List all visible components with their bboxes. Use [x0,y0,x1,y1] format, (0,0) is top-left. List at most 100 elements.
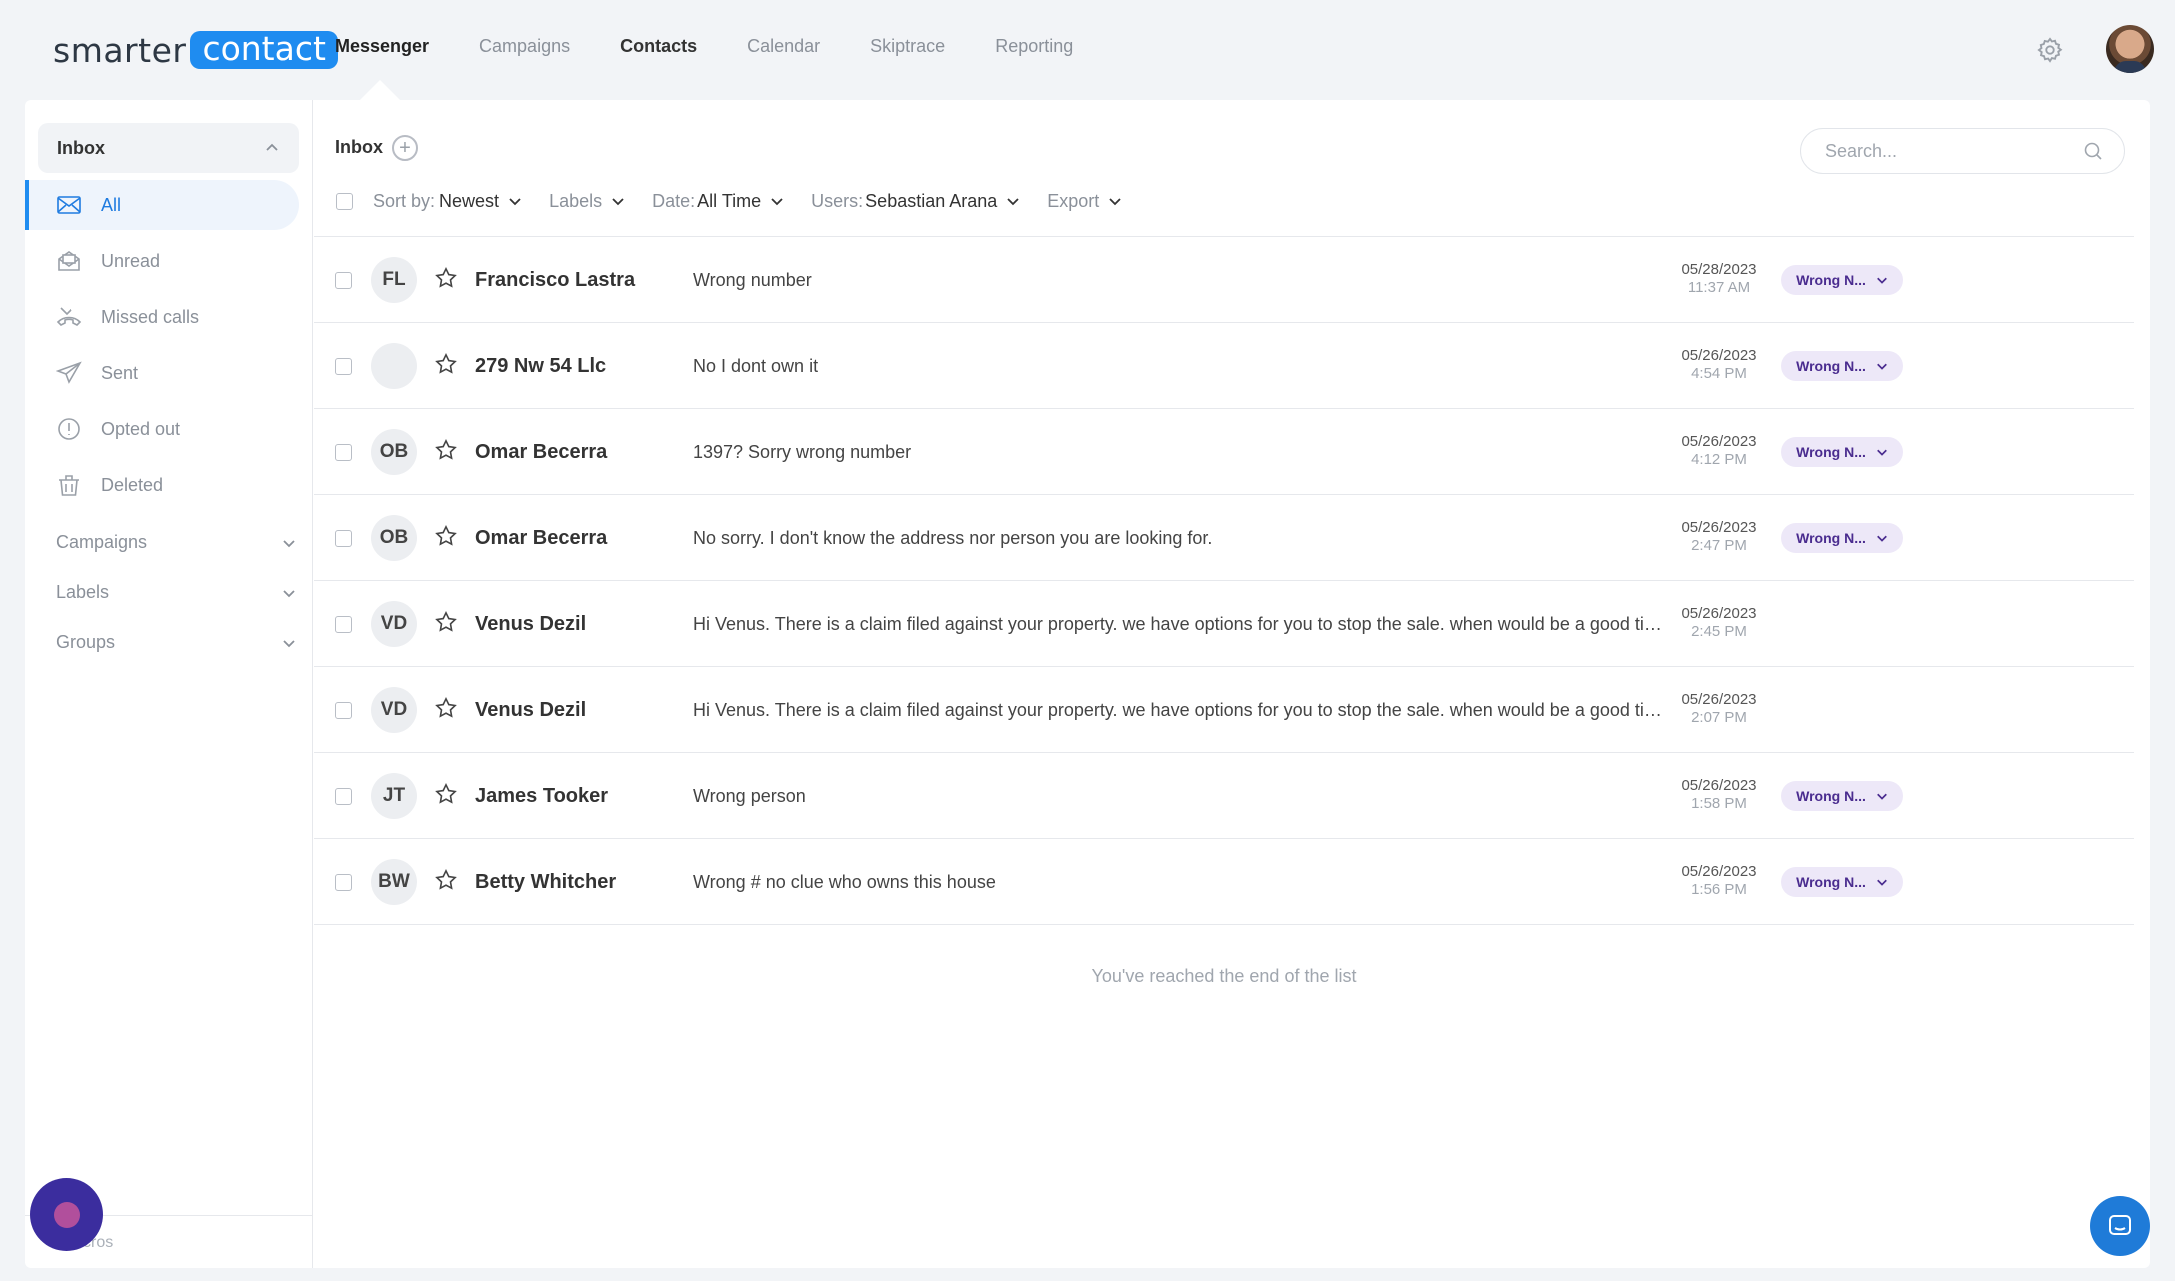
nav-calendar[interactable]: Calendar [747,36,820,57]
user-avatar[interactable] [2106,25,2154,73]
table-row[interactable]: VD Venus Dezil Hi Venus. There is a clai… [314,581,2134,667]
nav-contacts[interactable]: Contacts [620,36,697,57]
contact-name[interactable]: Venus Dezil [475,699,586,722]
star-icon[interactable] [434,868,458,892]
users-label: Users: [811,190,864,211]
sidebar-item-opted-out[interactable]: Opted out [25,404,299,454]
sidebar-item-missed-calls[interactable]: Missed calls [25,292,299,342]
message-preview[interactable]: Hi Venus. There is a claim filed against… [693,614,1663,635]
contact-name[interactable]: Francisco Lastra [475,269,635,292]
star-icon[interactable] [434,696,458,720]
chevron-down-icon [1876,449,1887,456]
message-preview[interactable]: No I dont own it [693,356,1663,377]
message-date: 05/26/2023 [1681,605,1757,622]
table-row[interactable]: JT James Tooker Wrong person 05/26/2023 … [314,753,2134,839]
label-badge[interactable]: Wrong N... [1781,867,1903,897]
message-preview[interactable]: 1397? Sorry wrong number [693,442,1663,463]
chevron-down-icon [1876,879,1887,886]
row-checkbox[interactable] [335,616,352,633]
table-row[interactable]: BW Betty Whitcher Wrong # no clue who ow… [314,839,2134,925]
brand-logo[interactable]: smarter contact [53,30,338,70]
star-icon[interactable] [434,266,458,290]
nav-skiptrace[interactable]: Skiptrace [870,36,945,57]
sidebar-item-sent[interactable]: Sent [25,348,299,398]
select-all-checkbox[interactable] [336,192,353,210]
message-time: 4:54 PM [1691,365,1747,382]
label-badge[interactable]: Wrong N... [1781,781,1903,811]
search-icon[interactable] [2083,141,2103,161]
contact-name[interactable]: James Tooker [475,785,608,808]
sort-dropdown[interactable]: Sort by: Newest [373,191,522,212]
row-checkbox[interactable] [335,874,352,891]
sidebar-section-campaigns[interactable]: Campaigns [56,532,296,553]
mail-icon [57,196,81,214]
star-icon[interactable] [434,782,458,806]
table-row[interactable]: OB Omar Becerra No sorry. I don't know t… [314,495,2134,581]
message-timestamp: 05/28/2023 11:37 AM [1669,261,1769,297]
sidebar-section-groups[interactable]: Groups [56,632,296,653]
assistant-button[interactable] [30,1178,103,1251]
label-badge[interactable]: Wrong N... [1781,523,1903,553]
gear-icon[interactable] [2036,36,2064,64]
labels-dropdown[interactable]: Labels [549,191,625,212]
message-preview[interactable]: Wrong # no clue who owns this house [693,872,1663,893]
contact-name[interactable]: Betty Whitcher [475,871,616,894]
row-checkbox[interactable] [335,272,352,289]
row-checkbox[interactable] [335,530,352,547]
row-checkbox[interactable] [335,444,352,461]
contact-name[interactable]: Venus Dezil [475,613,586,636]
table-row[interactable]: FL Francisco Lastra Wrong number 05/28/2… [314,237,2134,323]
users-dropdown[interactable]: Users: Sebastian Arana [811,191,1020,212]
nav-messenger[interactable]: Messenger [335,36,429,57]
contact-name[interactable]: Omar Becerra [475,527,607,550]
chat-support-button[interactable] [2090,1196,2150,1256]
table-row[interactable]: 279 Nw 54 Llc No I dont own it 05/26/202… [314,323,2134,409]
contact-avatar: OB [371,429,417,475]
row-checkbox[interactable] [335,788,352,805]
contact-name[interactable]: Omar Becerra [475,441,607,464]
chevron-down-icon [612,198,624,206]
trash-icon [59,475,79,496]
message-preview[interactable]: Hi Venus. There is a claim filed against… [693,700,1663,721]
star-icon[interactable] [434,524,458,548]
sidebar-item-label: Sent [101,362,139,383]
top-navigation: smarter contact Messenger Campaigns Cont… [0,0,2175,100]
date-dropdown[interactable]: Date: All Time [652,191,784,212]
sidebar-item-unread[interactable]: Unread [25,236,299,286]
send-icon [56,361,82,384]
contact-name[interactable]: 279 Nw 54 Llc [475,355,606,378]
sidebar-inbox-toggle[interactable]: Inbox [38,123,299,173]
chevron-down-icon [1876,277,1887,284]
message-time: 2:07 PM [1691,709,1747,726]
message-timestamp: 05/26/2023 4:12 PM [1669,433,1769,469]
message-preview[interactable]: Wrong person [693,786,1663,807]
table-row[interactable]: OB Omar Becerra 1397? Sorry wrong number… [314,409,2134,495]
label-text: Wrong N... [1796,444,1866,460]
sidebar-item-deleted[interactable]: Deleted [25,460,299,510]
star-icon[interactable] [434,610,458,634]
add-inbox-button[interactable]: + [392,135,418,161]
star-icon[interactable] [434,438,458,462]
sidebar-section-label: Labels [56,582,110,602]
message-preview[interactable]: Wrong number [693,270,1663,291]
label-badge[interactable]: Wrong N... [1781,265,1903,295]
nav-reporting[interactable]: Reporting [995,36,1073,57]
nav-campaigns[interactable]: Campaigns [479,36,570,57]
chevron-up-icon [266,143,278,151]
row-checkbox[interactable] [335,358,352,375]
label-badge[interactable]: Wrong N... [1781,437,1903,467]
message-preview[interactable]: No sorry. I don't know the address nor p… [693,528,1663,549]
users-value: Sebastian Arana [865,190,998,211]
sidebar-item-all[interactable]: All [25,180,299,230]
chat-icon [2109,1215,2131,1235]
export-dropdown[interactable]: Export [1047,191,1122,212]
label-badge[interactable]: Wrong N... [1781,351,1903,381]
sidebar-section-labels[interactable]: Labels [56,582,296,603]
star-icon[interactable] [434,352,458,376]
sidebar-inbox-label: Inbox [57,137,105,158]
table-row[interactable]: VD Venus Dezil Hi Venus. There is a clai… [314,667,2134,753]
logo-text-smarter: smarter [53,30,187,70]
conversation-list: FL Francisco Lastra Wrong number 05/28/2… [314,236,2134,925]
row-checkbox[interactable] [335,702,352,719]
search-input[interactable] [1800,128,2125,174]
